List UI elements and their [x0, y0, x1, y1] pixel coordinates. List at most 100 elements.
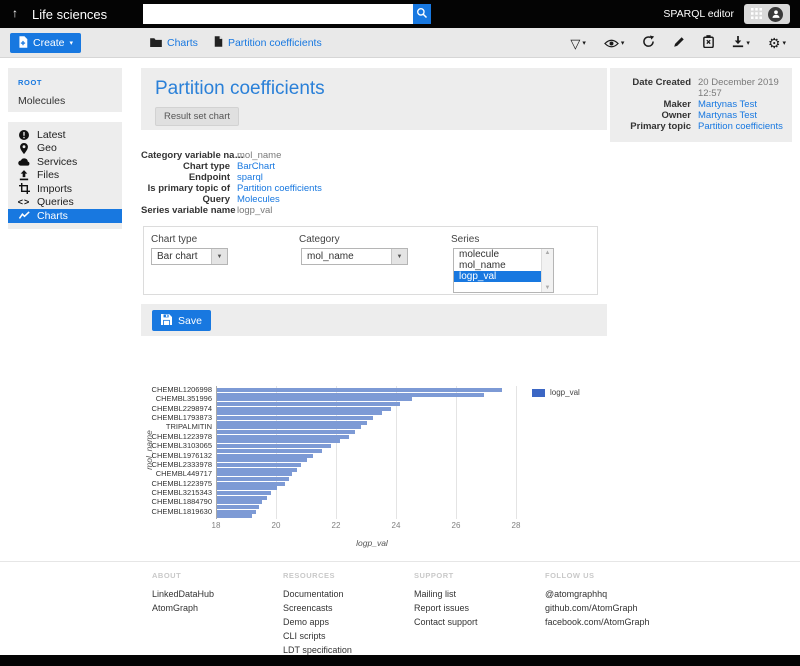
search-button[interactable]: [413, 4, 431, 24]
property-value[interactable]: Molecules: [237, 194, 280, 205]
upload-icon: [18, 170, 30, 181]
code-icon: <>: [18, 198, 30, 207]
sparql-editor-link[interactable]: SPARQL editor: [663, 8, 734, 20]
footer-link[interactable]: Demo apps: [283, 618, 414, 627]
y-tick-label: CHEMBL1819630: [141, 508, 212, 516]
property-value[interactable]: Partition coefficients: [237, 183, 322, 194]
refresh-button[interactable]: [642, 35, 655, 51]
x-tick-label: 24: [392, 521, 401, 530]
property-value: mol_name: [237, 150, 281, 161]
sidebar-item-charts[interactable]: Charts: [8, 209, 122, 223]
footer-heading: FOLLOW US: [545, 571, 676, 580]
footer-link[interactable]: @atomgraphhq: [545, 590, 676, 599]
series-option-mol_name[interactable]: mol_name: [454, 260, 541, 271]
footer-link[interactable]: Mailing list: [414, 590, 545, 599]
listbox-scrollbar[interactable]: ▲▼: [541, 249, 553, 292]
footer-link[interactable]: LinkedDataHub: [152, 590, 283, 599]
root-panel: ROOT Molecules: [8, 68, 122, 112]
parent-up-icon[interactable]: ↑: [12, 6, 18, 20]
settings-button[interactable]: ⚙▾: [768, 36, 786, 51]
x-tick-label: 20: [272, 521, 281, 530]
sidebar-item-queries[interactable]: <>Queries: [8, 196, 122, 210]
create-button[interactable]: Create ▾: [10, 33, 81, 53]
y-tick-label: CHEMBL449717: [141, 470, 212, 478]
series-listbox[interactable]: moleculemol_namelogp_val ▲▼: [453, 248, 554, 293]
sidebar-item-services[interactable]: Services: [8, 155, 122, 169]
property-value[interactable]: sparql: [237, 172, 263, 183]
footer-column: FOLLOW US @atomgraphhq github.com/AtomGrap…: [545, 571, 676, 660]
edit-button[interactable]: [673, 36, 685, 51]
footer-link[interactable]: AtomGraph: [152, 604, 283, 613]
bar: [217, 505, 259, 509]
action-toolbar: Create ▾ ChartsPartition coefficients ▽▾…: [0, 28, 800, 58]
footer-link[interactable]: CLI scripts: [283, 632, 414, 641]
bar: [217, 402, 400, 406]
footer-link[interactable]: Screencasts: [283, 604, 414, 613]
y-tick-label: CHEMBL1793873: [141, 414, 212, 422]
export-button[interactable]: ▾: [732, 36, 750, 51]
sidebar-item-geo[interactable]: Geo: [8, 142, 122, 156]
result-set-chart-badge[interactable]: Result set chart: [155, 107, 239, 126]
series-option-molecule[interactable]: molecule: [454, 249, 541, 260]
footer-link[interactable]: Documentation: [283, 590, 414, 599]
chart-line-icon: [18, 211, 30, 220]
delete-button[interactable]: [703, 35, 714, 51]
property-label: Chart type: [141, 161, 237, 172]
details-row: Primary topicPartition coefficients: [610, 121, 786, 132]
search-input[interactable]: [143, 4, 413, 24]
breadcrumb: Charts Partition coefficients: [150, 28, 322, 58]
sidebar-item-molecules[interactable]: Molecules: [18, 95, 122, 107]
property-value[interactable]: BarChart: [237, 161, 275, 172]
chevron-down-icon: ▼: [391, 249, 407, 264]
chart-legend: logp_val: [532, 388, 580, 397]
y-tick-label: CHEMBL3103065: [141, 442, 212, 450]
bar: [217, 510, 256, 514]
details-value[interactable]: Martynas Test: [698, 99, 786, 110]
footer-heading: RESOURCES: [283, 571, 414, 580]
series-label: Series: [451, 234, 479, 245]
footer-link[interactable]: LDT specification: [283, 646, 414, 655]
sidebar-item-latest[interactable]: Latest: [8, 128, 122, 142]
footer-link[interactable]: github.com/AtomGraph: [545, 604, 676, 613]
y-tick-label: CHEMBL1223978: [141, 433, 212, 441]
legend-label: logp_val: [550, 388, 580, 397]
exclamation-circle-icon: [18, 130, 30, 140]
footer-link[interactable]: facebook.com/AtomGraph: [545, 618, 676, 627]
chart-x-axis-title: logp_val: [216, 538, 528, 548]
breadcrumb-link[interactable]: Partition coefficients: [228, 37, 322, 49]
page-header: Partition coefficients Result set chart: [141, 68, 607, 130]
apps-grid-button[interactable]: [751, 7, 762, 22]
y-tick-label: CHEMBL1884790: [141, 498, 212, 506]
sidebar-item-files[interactable]: Files: [8, 169, 122, 183]
property-row: QueryMolecules: [141, 194, 607, 205]
category-select[interactable]: mol_name▼: [301, 248, 408, 265]
user-menu-button[interactable]: [768, 7, 783, 22]
footer-column: RESOURCES Documentation Screencasts Demo ap…: [283, 571, 414, 660]
series-option-logp_val[interactable]: logp_val: [454, 271, 541, 282]
property-label: Series variable name: [141, 205, 237, 216]
footer-link[interactable]: Report issues: [414, 604, 545, 613]
filter-icon: ▽: [570, 36, 580, 51]
footer-link[interactable]: Contact support: [414, 618, 545, 627]
page-title: Partition coefficients: [155, 78, 593, 100]
y-tick-label: CHEMBL1976132: [141, 452, 212, 460]
save-button[interactable]: Save: [152, 310, 211, 331]
pencil-icon: [673, 36, 685, 51]
details-label: Maker: [610, 99, 698, 110]
bar: [217, 430, 355, 434]
cloud-icon: [18, 158, 30, 166]
chart-type-select[interactable]: Bar chart▼: [151, 248, 228, 265]
details-value: 20 December 2019 12:57: [698, 77, 786, 99]
filter-button[interactable]: ▽▾: [570, 36, 586, 51]
details-value[interactable]: Martynas Test: [698, 110, 786, 121]
sidebar-item-imports[interactable]: Imports: [8, 182, 122, 196]
breadcrumb-link[interactable]: Charts: [167, 37, 198, 49]
crop-icon: [18, 183, 30, 194]
bar: [217, 500, 262, 504]
details-value[interactable]: Partition coefficients: [698, 121, 786, 132]
view-mode-button[interactable]: ▾: [604, 36, 625, 51]
y-tick-label: CHEMBL2298974: [141, 405, 212, 413]
bar: [217, 407, 391, 411]
bar: [217, 435, 349, 439]
bar: [217, 514, 252, 518]
